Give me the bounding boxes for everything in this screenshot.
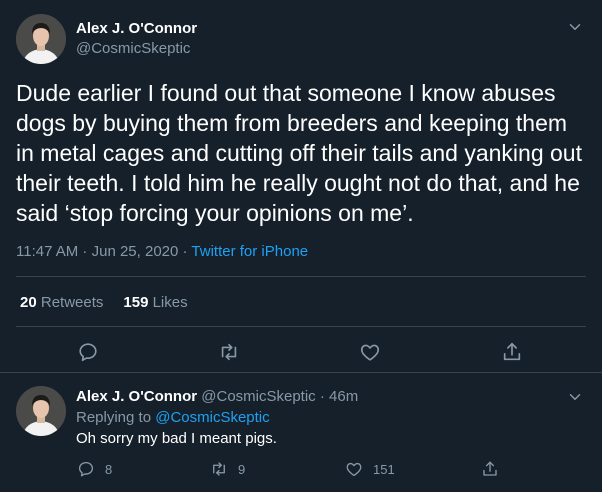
tweet-text: Dude earlier I found out that someone I … bbox=[16, 80, 582, 226]
reply-action[interactable]: 8 bbox=[77, 460, 112, 478]
author-handle[interactable]: @CosmicSkeptic bbox=[76, 40, 190, 57]
author-name[interactable]: Alex J. O'Connor bbox=[76, 388, 197, 405]
tweet-stats: 20 Retweets 159 Likes bbox=[20, 294, 188, 311]
retweet-action[interactable]: 9 bbox=[210, 460, 245, 478]
chevron-down-icon[interactable] bbox=[566, 388, 584, 406]
mention-link[interactable]: @CosmicSkeptic bbox=[155, 409, 269, 426]
avatar-photo bbox=[16, 14, 66, 64]
avatar-photo bbox=[16, 386, 66, 436]
tweet-source[interactable]: Twitter for iPhone bbox=[191, 243, 308, 260]
share-action[interactable] bbox=[481, 460, 509, 478]
reply-text: Oh sorry my bad I meant pigs. bbox=[76, 430, 277, 447]
reply-count: 8 bbox=[105, 461, 113, 477]
reply-icon[interactable] bbox=[77, 341, 99, 363]
likes-label: Likes bbox=[152, 294, 188, 311]
reply-time-ago[interactable]: 46m bbox=[329, 388, 358, 405]
tweet-timestamp: 11:47 AM · Jun 25, 2020 · Twitter for iP… bbox=[16, 243, 308, 260]
chevron-down-icon[interactable] bbox=[566, 18, 584, 36]
avatar[interactable] bbox=[16, 14, 66, 64]
meta-separator: · bbox=[315, 388, 330, 405]
replying-prefix: Replying to bbox=[76, 409, 152, 426]
tweet-time[interactable]: 11:47 AM bbox=[16, 243, 78, 260]
reply-header: Alex J. O'Connor @CosmicSkeptic · 46m bbox=[76, 388, 358, 405]
avatar[interactable] bbox=[16, 386, 66, 436]
like-icon[interactable] bbox=[359, 341, 381, 363]
like-icon bbox=[346, 462, 362, 477]
retweets-stat[interactable]: 20 Retweets bbox=[20, 294, 103, 311]
author-name[interactable]: Alex J. O'Connor bbox=[76, 20, 197, 37]
reply-icon bbox=[78, 461, 94, 477]
meta-separator: · bbox=[78, 243, 92, 260]
divider bbox=[16, 326, 586, 327]
retweets-label: Retweets bbox=[40, 294, 104, 311]
share-icon bbox=[483, 461, 497, 476]
retweets-count: 20 bbox=[20, 294, 37, 311]
retweet-count: 9 bbox=[238, 461, 246, 477]
retweet-icon[interactable] bbox=[218, 341, 240, 363]
tweet-separator bbox=[0, 372, 602, 373]
replying-to: Replying to @CosmicSkeptic bbox=[76, 409, 270, 426]
divider bbox=[16, 276, 586, 277]
meta-separator: · bbox=[178, 243, 192, 260]
share-icon[interactable] bbox=[501, 341, 523, 363]
likes-stat[interactable]: 159 Likes bbox=[123, 294, 187, 311]
like-count: 151 bbox=[373, 461, 395, 477]
retweet-icon bbox=[213, 462, 225, 476]
tweet-date[interactable]: Jun 25, 2020 bbox=[92, 243, 179, 260]
author-handle[interactable]: @CosmicSkeptic bbox=[201, 388, 315, 405]
main-tweet: Alex J. O'Connor @CosmicSkeptic Dude ear… bbox=[0, 0, 602, 372]
like-action[interactable]: 151 bbox=[345, 460, 395, 478]
likes-count: 159 bbox=[123, 294, 149, 311]
